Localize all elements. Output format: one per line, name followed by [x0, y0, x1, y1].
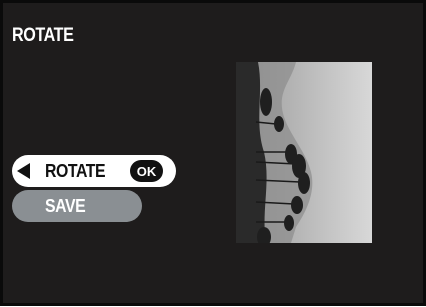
ok-badge: OK	[130, 160, 163, 182]
menu-item-save[interactable]: SAVE	[12, 190, 142, 222]
camera-screen: ROTATE ROTATE OK SAVE	[0, 0, 426, 306]
left-triangle-icon[interactable]	[17, 163, 30, 179]
menu-item-label: SAVE	[45, 196, 86, 216]
photo-preview	[236, 62, 372, 243]
menu-item-rotate[interactable]: ROTATE OK	[12, 155, 176, 187]
menu-item-label: ROTATE	[45, 161, 106, 181]
page-title: ROTATE	[12, 25, 74, 46]
